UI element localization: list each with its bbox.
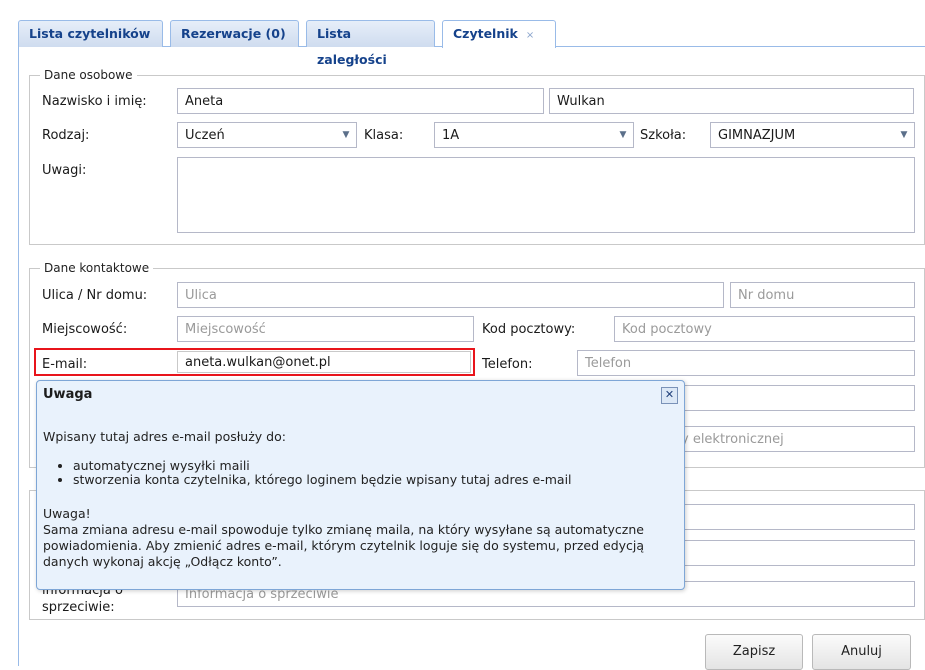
name-label: Nazwisko i imię: bbox=[42, 94, 147, 109]
tab-reader-label: Czytelnik bbox=[453, 26, 518, 41]
city-label: Miejscowość: bbox=[42, 322, 128, 337]
save-button[interactable]: Zapisz bbox=[705, 634, 803, 670]
postal-code-label: Kod pocztowy: bbox=[482, 322, 576, 337]
tooltip-bullet-list: automatycznej wysyłki maili stworzenia k… bbox=[43, 459, 673, 487]
phone-label: Telefon: bbox=[482, 357, 533, 372]
school-select-value: GIMNAZJUM bbox=[718, 128, 796, 143]
phone-input[interactable]: Telefon bbox=[577, 350, 915, 376]
tooltip-warning-line: powiadomienia. Aby zmienić adres e-mail,… bbox=[43, 538, 645, 553]
cancel-button[interactable]: Anuluj bbox=[812, 634, 911, 670]
chevron-down-icon[interactable]: ▼ bbox=[894, 123, 914, 147]
city-input[interactable]: Miejscowość bbox=[177, 316, 474, 342]
street-label: Ulica / Nr domu: bbox=[42, 288, 148, 303]
personal-data-legend: Dane osobowe bbox=[40, 68, 137, 82]
objection-label-line2: sprzeciwie: bbox=[42, 600, 115, 615]
class-select[interactable]: 1A ▼ bbox=[434, 122, 634, 148]
chevron-down-icon[interactable]: ▼ bbox=[336, 123, 356, 147]
tab-reader[interactable]: Czytelnik × bbox=[442, 20, 556, 48]
class-label: Klasa: bbox=[364, 128, 404, 143]
school-select[interactable]: GIMNAZJUM ▼ bbox=[710, 122, 915, 148]
last-name-input[interactable]: Wulkan bbox=[549, 88, 914, 114]
email-label: E-mail: bbox=[42, 357, 88, 372]
type-select[interactable]: Uczeń ▼ bbox=[177, 122, 357, 148]
chevron-down-icon[interactable]: ▼ bbox=[613, 123, 633, 147]
notes-textarea[interactable] bbox=[177, 157, 915, 233]
tooltip-warning-title: Uwaga! bbox=[43, 506, 91, 521]
tooltip-warning-line: danych wykonaj akcję „Odłącz konto”. bbox=[43, 554, 282, 569]
type-label: Rodzaj: bbox=[42, 128, 90, 143]
first-name-input[interactable]: Aneta bbox=[177, 88, 544, 114]
postal-code-input[interactable]: Kod pocztowy bbox=[614, 316, 915, 342]
electronic-contact-placeholder: y elektronicznej bbox=[681, 432, 784, 447]
tooltip-bullet: stworzenia konta czytelnika, którego log… bbox=[73, 473, 673, 487]
house-number-input[interactable]: Nr domu bbox=[730, 282, 915, 308]
street-input[interactable]: Ulica bbox=[177, 282, 724, 308]
tab-reader-list[interactable]: Lista czytelników bbox=[18, 20, 163, 47]
tooltip-bullet: automatycznej wysyłki maili bbox=[73, 459, 673, 473]
close-icon[interactable]: ✕ bbox=[661, 387, 678, 404]
tooltip-title: Uwaga bbox=[43, 387, 93, 402]
school-label: Szkoła: bbox=[640, 128, 687, 143]
close-icon[interactable]: × bbox=[526, 30, 534, 41]
type-select-value: Uczeń bbox=[185, 128, 225, 143]
tooltip-warning-line: Sama zmiana adresu e-mail spowoduje tylk… bbox=[43, 522, 644, 537]
email-info-tooltip: Uwaga ✕ Wpisany tutaj adres e-mail posłu… bbox=[36, 380, 685, 590]
contact-data-legend: Dane kontaktowe bbox=[40, 261, 154, 275]
class-select-value: 1A bbox=[442, 128, 460, 143]
notes-label: Uwagi: bbox=[42, 163, 87, 178]
email-input[interactable]: aneta.wulkan@onet.pl bbox=[177, 351, 471, 373]
tab-overdue-list[interactable]: Lista zaległości bbox=[306, 20, 435, 67]
tab-bar: Lista czytelników Rezerwacje (0) Lista z… bbox=[18, 20, 925, 67]
tab-reservations[interactable]: Rezerwacje (0) bbox=[170, 20, 299, 47]
tooltip-intro: Wpisany tutaj adres e-mail posłuży do: bbox=[43, 429, 286, 444]
